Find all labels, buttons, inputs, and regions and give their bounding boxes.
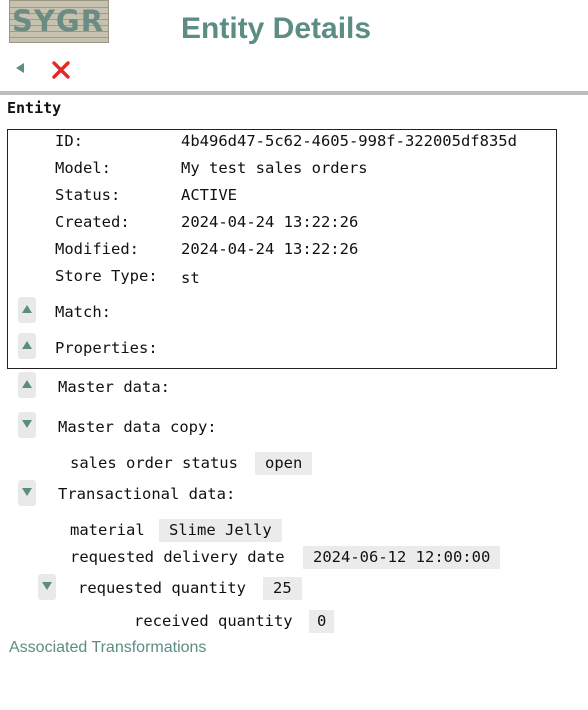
received-quantity-value: 0 bbox=[309, 610, 335, 633]
field-value-modified: 2024-04-24 13:22:26 bbox=[181, 240, 359, 258]
master-data-copy-toggle[interactable] bbox=[18, 412, 36, 438]
requested-delivery-date-value: 2024-06-12 12:00:00 bbox=[303, 546, 501, 569]
requested-delivery-date-label: requested delivery date bbox=[70, 548, 285, 566]
match-label: Match: bbox=[55, 303, 111, 321]
triangle-left-icon[interactable] bbox=[13, 60, 27, 76]
page-title: Entity Details bbox=[181, 12, 372, 45]
master-data-copy-label: Master data copy: bbox=[58, 418, 217, 436]
sales-order-status-label: sales order status bbox=[70, 454, 238, 472]
transactional-data-label: Transactional data: bbox=[58, 485, 236, 503]
field-value-model: My test sales orders bbox=[181, 159, 368, 177]
field-value-id: 4b496d47-5c62-4605-998f-322005df835d bbox=[181, 132, 517, 150]
field-label-modified: Modified: bbox=[55, 240, 139, 258]
transactional-data-toggle[interactable] bbox=[18, 480, 36, 506]
associated-transformations-link[interactable]: Associated Transformations bbox=[9, 639, 206, 657]
material-value: Slime Jelly bbox=[159, 519, 282, 542]
triangle-down-icon bbox=[22, 420, 32, 428]
triangle-up-icon bbox=[22, 380, 32, 388]
match-expand-toggle[interactable] bbox=[18, 297, 36, 323]
header-separator bbox=[0, 91, 588, 95]
sygr-logo: SYGR bbox=[9, 0, 109, 43]
field-value-store-type: st bbox=[181, 269, 200, 287]
triangle-down-icon bbox=[42, 582, 52, 590]
field-label-created: Created: bbox=[55, 213, 130, 231]
triangle-down-icon bbox=[22, 488, 32, 496]
triangle-up-icon bbox=[22, 305, 32, 313]
field-value-created: 2024-04-24 13:22:26 bbox=[181, 213, 359, 231]
received-quantity-label: received quantity bbox=[134, 612, 293, 630]
sales-order-status-value: open bbox=[255, 452, 313, 475]
requested-quantity-label: requested quantity bbox=[78, 579, 246, 597]
field-label-status: Status: bbox=[55, 186, 121, 204]
material-label: material bbox=[70, 521, 145, 539]
properties-expand-toggle[interactable] bbox=[18, 333, 36, 359]
field-label-id: ID: bbox=[55, 132, 83, 150]
field-label-store-type: Store Type: bbox=[55, 267, 158, 285]
field-value-status: ACTIVE bbox=[181, 186, 237, 204]
requested-quantity-toggle[interactable] bbox=[38, 574, 56, 600]
master-data-toggle[interactable] bbox=[18, 372, 36, 398]
master-data-label: Master data: bbox=[58, 378, 170, 396]
triangle-up-icon bbox=[22, 341, 32, 349]
logo-text: SYGR bbox=[12, 4, 105, 38]
field-label-model: Model: bbox=[55, 159, 111, 177]
properties-label: Properties: bbox=[55, 339, 158, 357]
requested-quantity-value: 25 bbox=[263, 577, 302, 600]
close-icon[interactable] bbox=[51, 60, 71, 80]
entity-heading: Entity bbox=[7, 99, 62, 117]
